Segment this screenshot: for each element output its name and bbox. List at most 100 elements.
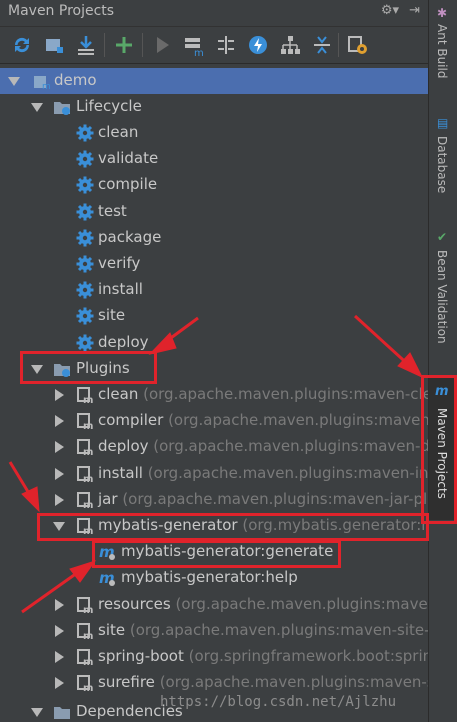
tree-node-label: surefire (org.apache.maven.plugins:maven… bbox=[98, 673, 428, 691]
expand-arrow-icon[interactable] bbox=[55, 415, 64, 428]
tree-node-label: install bbox=[98, 280, 143, 299]
maven-settings-icon[interactable] bbox=[346, 33, 370, 57]
plugin-node-resources[interactable]: m resources (org.apache.maven.plugins:mav… bbox=[0, 592, 428, 618]
show-dependencies-icon[interactable] bbox=[278, 33, 302, 57]
expand-arrow-icon[interactable] bbox=[55, 493, 64, 506]
project-tree: m demo Lifecycle clean validate compile tes… bbox=[0, 66, 428, 722]
expand-arrow-icon[interactable] bbox=[55, 651, 64, 663]
toolbar-separator bbox=[104, 33, 105, 57]
gear-icon bbox=[76, 229, 94, 247]
panel-title-bar: Maven Projects ⚙▾ ⇥ bbox=[0, 0, 428, 27]
hide-panel-icon[interactable]: ⇥ bbox=[409, 3, 420, 18]
lifecycle-phase-verify[interactable]: verify bbox=[0, 251, 428, 277]
database-icon: ▤ bbox=[437, 116, 449, 130]
svg-text:m: m bbox=[83, 395, 93, 404]
expand-arrow-icon[interactable] bbox=[55, 677, 64, 690]
expand-arrow-icon[interactable] bbox=[31, 103, 43, 112]
tree-node-lifecycle[interactable]: Lifecycle bbox=[0, 94, 428, 120]
expand-arrow-icon[interactable] bbox=[55, 598, 64, 611]
plugin-coordinates: (org.apache.maven.plugins:maven-site-pl bbox=[129, 620, 428, 639]
lifecycle-phase-validate[interactable]: validate bbox=[0, 146, 428, 172]
svg-text:m: m bbox=[83, 605, 93, 614]
tree-node-label: deploy (org.apache.maven.plugins:maven-d… bbox=[98, 437, 428, 455]
plugin-node-spring-boot[interactable]: m spring-boot (org.springframework.boot:s… bbox=[0, 644, 428, 670]
lifecycle-phase-compile[interactable]: compile bbox=[0, 172, 428, 198]
annotation-box-generate-goal bbox=[92, 540, 341, 568]
plugin-node-surefire[interactable]: m surefire (org.apache.maven.plugins:mave… bbox=[0, 670, 428, 696]
gear-icon bbox=[76, 281, 94, 299]
add-maven-project-icon[interactable] bbox=[112, 33, 136, 57]
lifecycle-phase-site[interactable]: site bbox=[0, 303, 428, 329]
lifecycle-phase-install[interactable]: install bbox=[0, 277, 428, 303]
skip-tests-icon[interactable] bbox=[246, 33, 270, 57]
tree-node-label: spring-boot (org.springframework.boot:sp… bbox=[98, 647, 428, 665]
plugin-goal-1[interactable]: m mybatis-generator:help bbox=[0, 565, 428, 591]
plugin-node-jar[interactable]: m jar (org.apache.maven.plugins:maven-jar… bbox=[0, 487, 428, 513]
tree-node-label: site (org.apache.maven.plugins:maven-sit… bbox=[98, 621, 428, 639]
panel-title: Maven Projects bbox=[8, 3, 115, 19]
lifecycle-phase-test[interactable]: test bbox=[0, 199, 428, 225]
tree-node-root[interactable]: m demo bbox=[0, 68, 428, 94]
plugin-coordinates: (org.springframework.boot:sprin bbox=[188, 647, 428, 665]
plugin-coordinates: (org.apache.maven.plugins:maven-dep bbox=[153, 437, 428, 456]
expand-arrow-icon[interactable] bbox=[55, 624, 64, 637]
maven-module-icon: m bbox=[34, 76, 51, 90]
annotation-box-mybatis-generator bbox=[37, 513, 429, 541]
gear-icon bbox=[76, 334, 94, 352]
plugin-name: jar bbox=[98, 489, 118, 508]
expand-arrow-icon[interactable] bbox=[31, 708, 43, 717]
toggle-offline-icon[interactable] bbox=[214, 33, 238, 57]
expand-arrow-icon[interactable] bbox=[55, 389, 64, 401]
plugin-node-deploy[interactable]: m deploy (org.apache.maven.plugins:maven-… bbox=[0, 434, 428, 460]
bean-validation-tab[interactable]: ✔ Bean Validation bbox=[429, 228, 457, 348]
plugin-icon: m bbox=[77, 491, 93, 509]
svg-text:m: m bbox=[83, 631, 93, 640]
ant-icon: ✱ bbox=[437, 6, 448, 20]
lifecycle-folder-icon bbox=[54, 102, 70, 115]
svg-text:m: m bbox=[194, 48, 204, 57]
tree-node-label: deploy bbox=[98, 332, 149, 351]
tree-node-label: package bbox=[98, 227, 162, 246]
execute-goal-icon[interactable]: m bbox=[182, 33, 206, 57]
generate-sources-icon[interactable] bbox=[43, 33, 67, 57]
expand-arrow-icon[interactable] bbox=[8, 77, 20, 86]
tree-node-label: jar (org.apache.maven.plugins:maven-jar-… bbox=[98, 490, 428, 508]
plugin-icon: m bbox=[77, 465, 93, 483]
gear-icon bbox=[76, 124, 94, 142]
plugin-node-clean[interactable]: m clean (org.apache.maven.plugins:maven-c… bbox=[0, 382, 428, 408]
svg-text:m: m bbox=[83, 500, 93, 509]
ant-build-tab[interactable]: ✱ Ant Build bbox=[429, 4, 457, 94]
expand-arrow-icon[interactable] bbox=[55, 467, 64, 480]
plugin-coordinates: (org.apache.maven.plugins:maven-insta bbox=[147, 463, 428, 482]
plugin-icon: m bbox=[77, 675, 93, 692]
lifecycle-phase-clean[interactable]: clean bbox=[0, 120, 428, 146]
gear-icon bbox=[76, 176, 94, 194]
tree-node-label: resources (org.apache.maven.plugins:mave… bbox=[98, 595, 428, 613]
download-sources-icon[interactable] bbox=[74, 33, 98, 57]
plugin-node-install[interactable]: m install (org.apache.maven.plugins:maven… bbox=[0, 461, 428, 487]
tree-node-label: test bbox=[98, 201, 127, 220]
plugin-name: resources bbox=[98, 594, 171, 613]
tab-label: Bean Validation bbox=[435, 250, 449, 344]
plugin-name: surefire bbox=[98, 673, 155, 692]
plugin-node-site[interactable]: m site (org.apache.maven.plugins:maven-si… bbox=[0, 618, 428, 644]
plugin-icon: m bbox=[77, 649, 93, 666]
maven-toolbar: m bbox=[0, 27, 428, 64]
collapse-all-icon[interactable] bbox=[310, 33, 334, 57]
svg-text:m: m bbox=[83, 657, 93, 666]
tree-node-label: install (org.apache.maven.plugins:maven-… bbox=[98, 464, 428, 482]
settings-gear-icon[interactable]: ⚙▾ bbox=[381, 3, 399, 18]
reimport-icon[interactable] bbox=[10, 33, 34, 57]
plugin-name: install bbox=[98, 463, 143, 482]
plugin-node-compiler[interactable]: m compiler (org.apache.maven.plugins:mave… bbox=[0, 408, 428, 434]
maven-goal-icon: m bbox=[99, 569, 115, 587]
gear-icon bbox=[76, 150, 94, 168]
run-maven-build-icon[interactable] bbox=[150, 33, 174, 57]
lifecycle-phase-package[interactable]: package bbox=[0, 225, 428, 251]
tab-label: Database bbox=[435, 136, 449, 194]
expand-arrow-icon[interactable] bbox=[55, 441, 64, 454]
database-tab[interactable]: ▤ Database bbox=[429, 114, 457, 204]
tree-node-label: compiler (org.apache.maven.plugins:maven… bbox=[98, 411, 428, 429]
plugin-coordinates: (org.apache.maven.plugins:maven- bbox=[175, 594, 428, 613]
toolbar-separator bbox=[338, 33, 339, 57]
